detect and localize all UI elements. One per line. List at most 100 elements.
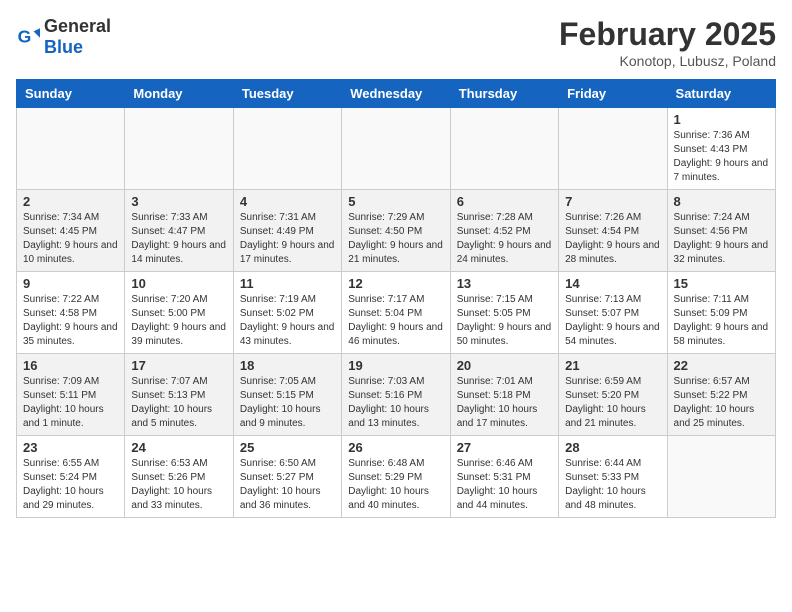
day-info: Sunrise: 7:11 AM Sunset: 5:09 PM Dayligh… [674, 293, 769, 349]
logo-icon: G [16, 25, 40, 49]
day-number: 11 [240, 276, 335, 291]
calendar-week-row: 1Sunrise: 7:36 AM Sunset: 4:43 PM Daylig… [17, 108, 776, 190]
day-info: Sunrise: 6:50 AM Sunset: 5:27 PM Dayligh… [240, 457, 335, 513]
calendar-week-row: 9 Sunrise: 7:22 AM Sunset: 4:58 PM Daylig… [17, 272, 776, 354]
day-info: Sunrise: 7:26 AM Sunset: 4:54 PM Dayligh… [565, 211, 660, 267]
calendar-cell: 17 Sunrise: 7:07 AM Sunset: 5:13 PM Dayli… [125, 354, 233, 436]
calendar-cell: 20Sunrise: 7:01 AM Sunset: 5:18 PM Dayli… [450, 354, 558, 436]
calendar-cell: 5 Sunrise: 7:29 AM Sunset: 4:50 PM Daylig… [342, 190, 450, 272]
day-number: 18 [240, 358, 335, 373]
weekday-header-tuesday: Tuesday [233, 80, 341, 108]
day-number: 19 [348, 358, 443, 373]
day-info: Sunrise: 7:28 AM Sunset: 4:52 PM Dayligh… [457, 211, 552, 267]
calendar-cell: 26Sunrise: 6:48 AM Sunset: 5:29 PM Dayli… [342, 436, 450, 518]
day-info: Sunrise: 7:03 AM Sunset: 5:16 PM Dayligh… [348, 375, 443, 431]
day-info: Sunrise: 7:07 AM Sunset: 5:13 PM Dayligh… [131, 375, 226, 431]
day-info: Sunrise: 7:31 AM Sunset: 4:49 PM Dayligh… [240, 211, 335, 267]
day-number: 23 [23, 440, 118, 455]
day-info: Sunrise: 7:01 AM Sunset: 5:18 PM Dayligh… [457, 375, 552, 431]
calendar-header-row: SundayMondayTuesdayWednesdayThursdayFrid… [17, 80, 776, 108]
day-number: 14 [565, 276, 660, 291]
calendar-cell: 13 Sunrise: 7:15 AM Sunset: 5:05 PM Dayli… [450, 272, 558, 354]
calendar-cell: 15 Sunrise: 7:11 AM Sunset: 5:09 PM Dayli… [667, 272, 775, 354]
calendar-cell: 19 Sunrise: 7:03 AM Sunset: 5:16 PM Dayli… [342, 354, 450, 436]
calendar-cell [342, 108, 450, 190]
day-number: 2 [23, 194, 118, 209]
calendar-cell: 22 Sunrise: 6:57 AM Sunset: 5:22 PM Dayli… [667, 354, 775, 436]
calendar-cell: 28 Sunrise: 6:44 AM Sunset: 5:33 PM Dayli… [559, 436, 667, 518]
day-info: Sunrise: 7:22 AM Sunset: 4:58 PM Dayligh… [23, 293, 118, 349]
day-number: 22 [674, 358, 769, 373]
weekday-header-monday: Monday [125, 80, 233, 108]
day-number: 4 [240, 194, 335, 209]
day-number: 5 [348, 194, 443, 209]
day-number: 10 [131, 276, 226, 291]
logo: G General Blue [16, 16, 111, 58]
day-info: Sunrise: 6:55 AM Sunset: 5:24 PM Dayligh… [23, 457, 118, 513]
calendar-cell: 2 Sunrise: 7:34 AM Sunset: 4:45 PM Daylig… [17, 190, 125, 272]
weekday-header-friday: Friday [559, 80, 667, 108]
calendar-cell: 14 Sunrise: 7:13 AM Sunset: 5:07 PM Dayli… [559, 272, 667, 354]
day-info: Sunrise: 7:24 AM Sunset: 4:56 PM Dayligh… [674, 211, 769, 267]
day-number: 16 [23, 358, 118, 373]
calendar-cell: 6 Sunrise: 7:28 AM Sunset: 4:52 PM Daylig… [450, 190, 558, 272]
day-info: Sunrise: 7:29 AM Sunset: 4:50 PM Dayligh… [348, 211, 443, 267]
calendar-cell [233, 108, 341, 190]
day-number: 24 [131, 440, 226, 455]
page-header: G General Blue February 2025 Konotop, Lu… [16, 16, 776, 69]
day-number: 15 [674, 276, 769, 291]
calendar-cell [125, 108, 233, 190]
day-info: Sunrise: 6:59 AM Sunset: 5:20 PM Dayligh… [565, 375, 660, 431]
logo-blue: Blue [44, 37, 83, 57]
day-number: 9 [23, 276, 118, 291]
day-info: Sunrise: 6:48 AM Sunset: 5:29 PM Dayligh… [348, 457, 443, 513]
day-info: Sunrise: 7:13 AM Sunset: 5:07 PM Dayligh… [565, 293, 660, 349]
logo-general: General [44, 16, 111, 36]
location-subtitle: Konotop, Lubusz, Poland [559, 53, 776, 69]
calendar-cell: 27Sunrise: 6:46 AM Sunset: 5:31 PM Dayli… [450, 436, 558, 518]
calendar-week-row: 16 Sunrise: 7:09 AM Sunset: 5:11 PM Dayli… [17, 354, 776, 436]
calendar-cell: 25 Sunrise: 6:50 AM Sunset: 5:27 PM Dayli… [233, 436, 341, 518]
calendar-cell [559, 108, 667, 190]
day-number: 3 [131, 194, 226, 209]
weekday-header-sunday: Sunday [17, 80, 125, 108]
day-info: Sunrise: 7:19 AM Sunset: 5:02 PM Dayligh… [240, 293, 335, 349]
day-number: 13 [457, 276, 552, 291]
calendar-cell: 9 Sunrise: 7:22 AM Sunset: 4:58 PM Daylig… [17, 272, 125, 354]
day-number: 25 [240, 440, 335, 455]
day-info: Sunrise: 7:17 AM Sunset: 5:04 PM Dayligh… [348, 293, 443, 349]
day-info: Sunrise: 7:15 AM Sunset: 5:05 PM Dayligh… [457, 293, 552, 349]
calendar-cell: 7 Sunrise: 7:26 AM Sunset: 4:54 PM Daylig… [559, 190, 667, 272]
calendar-cell: 10 Sunrise: 7:20 AM Sunset: 5:00 PM Dayli… [125, 272, 233, 354]
svg-text:G: G [18, 27, 32, 47]
day-info: Sunrise: 6:44 AM Sunset: 5:33 PM Dayligh… [565, 457, 660, 513]
calendar-cell: 18 Sunrise: 7:05 AM Sunset: 5:15 PM Dayli… [233, 354, 341, 436]
calendar-cell: 23 Sunrise: 6:55 AM Sunset: 5:24 PM Dayli… [17, 436, 125, 518]
day-number: 6 [457, 194, 552, 209]
calendar-table: SundayMondayTuesdayWednesdayThursdayFrid… [16, 79, 776, 518]
calendar-week-row: 2 Sunrise: 7:34 AM Sunset: 4:45 PM Daylig… [17, 190, 776, 272]
day-number: 12 [348, 276, 443, 291]
day-info: Sunrise: 7:20 AM Sunset: 5:00 PM Dayligh… [131, 293, 226, 349]
weekday-header-thursday: Thursday [450, 80, 558, 108]
calendar-cell: 3Sunrise: 7:33 AM Sunset: 4:47 PM Daylig… [125, 190, 233, 272]
weekday-header-saturday: Saturday [667, 80, 775, 108]
month-year-title: February 2025 [559, 16, 776, 53]
day-info: Sunrise: 7:36 AM Sunset: 4:43 PM Dayligh… [674, 129, 769, 185]
day-info: Sunrise: 7:34 AM Sunset: 4:45 PM Dayligh… [23, 211, 118, 267]
title-block: February 2025 Konotop, Lubusz, Poland [559, 16, 776, 69]
day-number: 7 [565, 194, 660, 209]
day-number: 28 [565, 440, 660, 455]
day-number: 17 [131, 358, 226, 373]
day-info: Sunrise: 6:57 AM Sunset: 5:22 PM Dayligh… [674, 375, 769, 431]
calendar-cell: 1Sunrise: 7:36 AM Sunset: 4:43 PM Daylig… [667, 108, 775, 190]
calendar-cell: 8Sunrise: 7:24 AM Sunset: 4:56 PM Daylig… [667, 190, 775, 272]
day-info: Sunrise: 7:05 AM Sunset: 5:15 PM Dayligh… [240, 375, 335, 431]
day-info: Sunrise: 7:09 AM Sunset: 5:11 PM Dayligh… [23, 375, 118, 431]
calendar-cell: 16 Sunrise: 7:09 AM Sunset: 5:11 PM Dayli… [17, 354, 125, 436]
day-number: 27 [457, 440, 552, 455]
weekday-header-wednesday: Wednesday [342, 80, 450, 108]
calendar-cell [17, 108, 125, 190]
calendar-week-row: 23 Sunrise: 6:55 AM Sunset: 5:24 PM Dayli… [17, 436, 776, 518]
day-number: 21 [565, 358, 660, 373]
